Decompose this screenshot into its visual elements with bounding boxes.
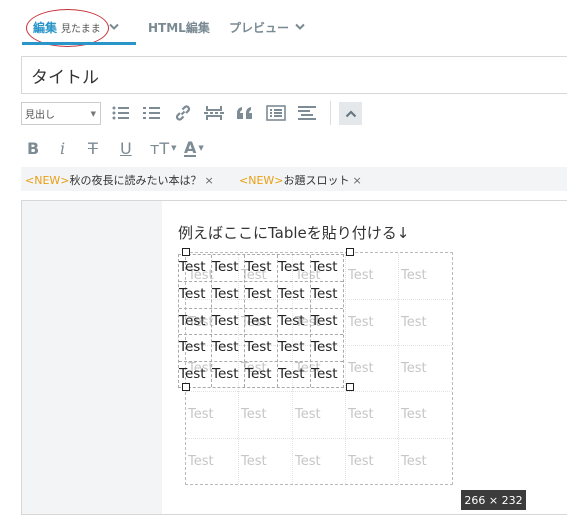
font-color-label: A (184, 137, 197, 157)
tags-bar: <NEW>秋の夜長に読みたい本は？ × <NEW>お題スロット × (21, 167, 567, 191)
numbered-list-icon[interactable] (141, 102, 163, 124)
table-cell[interactable]: Test (245, 339, 272, 355)
grid-line (398, 253, 399, 484)
table-cell[interactable]: Test (179, 259, 206, 275)
table-cell[interactable]: Test (212, 313, 239, 329)
ghost-table-cell: Test (401, 407, 427, 422)
bold-button[interactable]: B (27, 138, 39, 158)
tag-label: お題スロット (283, 174, 350, 187)
grid-line (186, 438, 452, 439)
align-icon[interactable] (296, 102, 318, 124)
new-badge: <NEW> (239, 174, 284, 187)
tag-item[interactable]: <NEW>秋の夜長に読みたい本は？ × (25, 172, 214, 188)
table-cell[interactable]: Test (245, 259, 272, 275)
chevron-down-icon[interactable] (109, 21, 119, 34)
table-cell[interactable]: Test (212, 366, 239, 382)
title-input[interactable] (21, 56, 567, 94)
grid-line (179, 308, 343, 309)
table-cell[interactable]: Test (311, 286, 338, 302)
table-cell[interactable]: Test (311, 339, 338, 355)
strikethrough-button[interactable]: T (88, 138, 98, 158)
resize-size-badge: 266 × 232 (461, 490, 526, 510)
ghost-table-cell: Test (348, 268, 374, 283)
ghost-table-cell: Test (348, 454, 374, 469)
ghost-table-cell: Test (401, 315, 427, 330)
ghost-table-cell: Test (241, 454, 267, 469)
close-icon[interactable]: × (205, 174, 214, 187)
grid-line (179, 334, 343, 335)
tab-preview[interactable]: プレビュー (229, 16, 305, 38)
grid-line (179, 361, 343, 362)
table-cell[interactable]: Test (245, 366, 272, 382)
table-cell[interactable]: Test (179, 286, 206, 302)
toolbar-divider (330, 101, 331, 125)
ghost-table-cell: Test (348, 361, 374, 376)
heading-select[interactable]: 見出し ▼ (21, 102, 101, 125)
resize-handle-bottom-left[interactable] (182, 383, 190, 391)
bullet-list-icon[interactable] (110, 102, 132, 124)
tab-html-edit[interactable]: HTML編集 (148, 16, 210, 38)
editor-tabs: 編集 見たまま HTML編集 プレビュー (0, 0, 567, 50)
table-cell[interactable]: Test (179, 366, 206, 382)
ghost-table-cell: Test (295, 407, 321, 422)
font-size-button[interactable]: тT ▼ (150, 138, 176, 158)
active-tab-indicator (22, 42, 136, 45)
font-color-button[interactable]: A ▼ (184, 138, 204, 158)
tab-preview-label: プレビュー (229, 20, 290, 35)
close-icon[interactable]: × (353, 174, 362, 187)
table-cell[interactable]: Test (212, 286, 239, 302)
collapse-icon[interactable] (339, 102, 362, 125)
resize-handle-bottom-right[interactable] (346, 383, 354, 391)
table-cell[interactable]: Test (245, 313, 272, 329)
table-cell[interactable]: Test (179, 313, 206, 329)
editor-gutter (22, 201, 162, 514)
new-badge: <NEW> (25, 174, 70, 187)
ghost-table-cell: Test (401, 361, 427, 376)
quote-icon[interactable] (234, 102, 256, 124)
italic-button[interactable]: i (60, 138, 65, 158)
page-break-icon[interactable] (203, 102, 225, 124)
table-of-contents-icon[interactable] (265, 102, 287, 124)
table-cell[interactable]: Test (311, 313, 338, 329)
select-arrow-icon: ▼ (90, 109, 96, 118)
ghost-table-cell: Test (188, 454, 214, 469)
ghost-table-cell: Test (348, 315, 374, 330)
table-cell[interactable]: Test (278, 313, 305, 329)
ghost-table-cell: Test (188, 407, 214, 422)
heading-select-value: 見出し (25, 110, 55, 121)
ghost-table-cell: Test (401, 268, 427, 283)
grid-line (345, 253, 346, 484)
table-cell[interactable]: Test (311, 366, 338, 382)
tag-item[interactable]: <NEW>お題スロット × (239, 172, 362, 188)
table-cell[interactable]: Test (245, 286, 272, 302)
ghost-table-cell: Test (241, 407, 267, 422)
font-size-label: тT (150, 138, 170, 158)
grid-line (179, 281, 343, 282)
table-cell[interactable]: Test (212, 339, 239, 355)
table-cell[interactable]: Test (278, 339, 305, 355)
table-cell[interactable]: Test (179, 339, 206, 355)
grid-line (186, 391, 452, 392)
table-cell[interactable]: Test (212, 259, 239, 275)
resize-handle-top-right[interactable] (346, 248, 354, 256)
ghost-table-cell: Test (401, 454, 427, 469)
table-cell[interactable]: Test (311, 259, 338, 275)
link-icon[interactable] (172, 102, 194, 124)
underline-button[interactable]: U (120, 138, 132, 158)
dropdown-arrow-icon: ▼ (171, 144, 177, 152)
table-cell[interactable]: Test (278, 286, 305, 302)
table-cell[interactable]: Test (278, 259, 305, 275)
ghost-table-cell: Test (295, 454, 321, 469)
tab-html-label: HTML編集 (148, 20, 210, 35)
table-cell[interactable]: Test (278, 366, 305, 382)
tag-label: 秋の夜長に読みたい本は？ (69, 174, 202, 187)
editor-paragraph[interactable]: 例えばここにTableを貼り付ける↓ (178, 222, 409, 243)
resize-handle-top-left[interactable] (182, 248, 190, 256)
chevron-down-icon[interactable] (295, 21, 305, 34)
dropdown-arrow-icon: ▼ (198, 144, 204, 152)
ghost-table-cell: Test (348, 407, 374, 422)
